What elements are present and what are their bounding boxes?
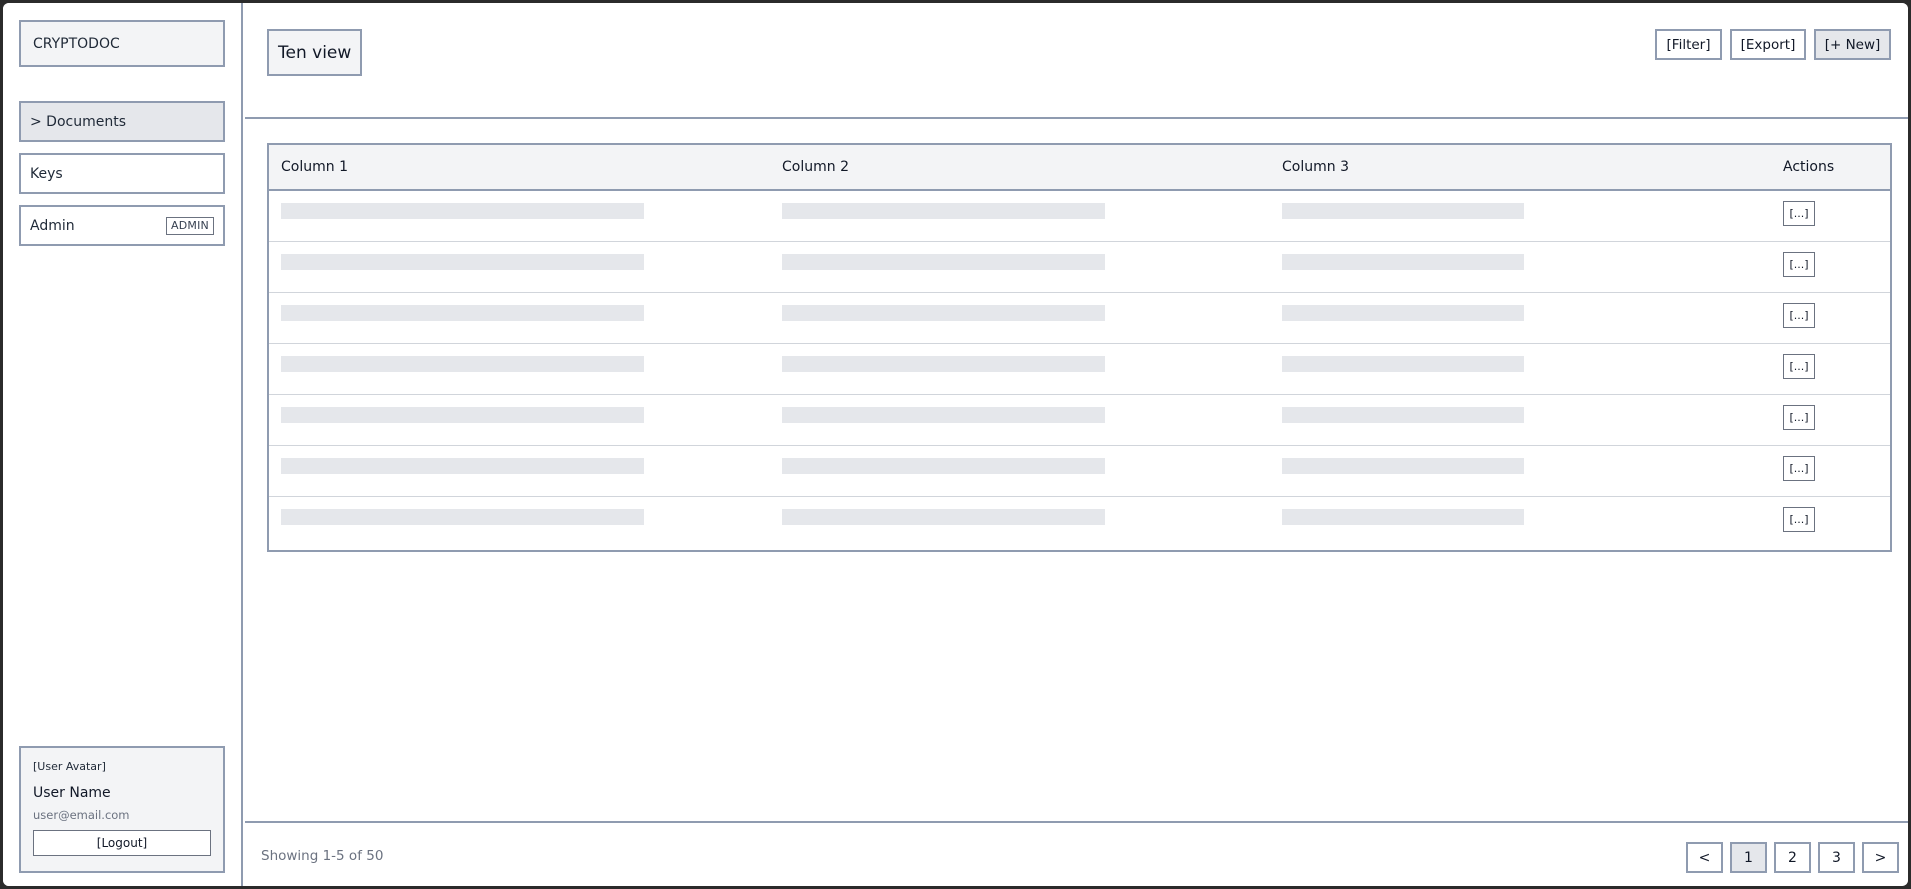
skeleton-cell xyxy=(1282,509,1524,525)
skeleton-cell xyxy=(1282,356,1524,372)
skeleton-cell xyxy=(281,509,644,525)
logout-button[interactable]: [Logout] xyxy=(33,830,211,856)
admin-badge: ADMIN xyxy=(166,216,214,235)
sidebar-item-keys[interactable]: Keys xyxy=(19,153,225,194)
pagination-summary: Showing 1-5 of 50 xyxy=(261,847,384,864)
skeleton-cell xyxy=(1282,254,1524,270)
table-row[interactable]: [...] xyxy=(269,395,1890,446)
prev-page-button[interactable]: < xyxy=(1686,842,1723,873)
page-button-1[interactable]: 1 xyxy=(1730,842,1767,873)
sidebar-item-label: > Documents xyxy=(30,113,127,130)
row-actions-button[interactable]: [...] xyxy=(1783,252,1815,277)
skeleton-cell xyxy=(782,407,1105,423)
user-card: [User Avatar] User Name user@email.com [… xyxy=(19,746,225,873)
row-actions-button[interactable]: [...] xyxy=(1783,303,1815,328)
export-button[interactable]: [Export] xyxy=(1730,29,1806,60)
table-row[interactable]: [...] xyxy=(269,446,1890,497)
new-button[interactable]: [+ New] xyxy=(1814,29,1891,60)
data-table: Column 1 Column 2 Column 3 Actions [...]… xyxy=(267,143,1892,552)
app-window: CRYPTODOC > Documents Keys Admin ADMIN [… xyxy=(3,3,1908,886)
next-page-button[interactable]: > xyxy=(1862,842,1899,873)
sidebar-item-documents[interactable]: > Documents xyxy=(19,101,225,142)
skeleton-cell xyxy=(281,203,644,219)
skeleton-cell xyxy=(1282,458,1524,474)
column-header-1[interactable]: Column 1 xyxy=(281,145,348,189)
row-actions-button[interactable]: [...] xyxy=(1783,354,1815,379)
skeleton-cell xyxy=(281,356,644,372)
row-actions-button[interactable]: [...] xyxy=(1783,507,1815,532)
table-row[interactable]: [...] xyxy=(269,344,1890,395)
page-header: Ten view [Filter] [Export] [+ New] xyxy=(245,3,1908,119)
skeleton-cell xyxy=(281,305,644,321)
table-row[interactable]: [...] xyxy=(269,293,1890,344)
skeleton-cell xyxy=(1282,305,1524,321)
table-row[interactable]: [...] xyxy=(269,497,1890,548)
skeleton-cell xyxy=(1282,203,1524,219)
page-button-3[interactable]: 3 xyxy=(1818,842,1855,873)
table-row[interactable]: [...] xyxy=(269,191,1890,242)
skeleton-cell xyxy=(782,254,1105,270)
sidebar: CRYPTODOC > Documents Keys Admin ADMIN [… xyxy=(3,3,243,886)
user-email: user@email.com xyxy=(33,808,130,822)
skeleton-cell xyxy=(1282,407,1524,423)
table-header: Column 1 Column 2 Column 3 Actions xyxy=(269,145,1890,191)
skeleton-cell xyxy=(782,509,1105,525)
skeleton-cell xyxy=(782,203,1105,219)
row-actions-button[interactable]: [...] xyxy=(1783,201,1815,226)
skeleton-cell xyxy=(782,458,1105,474)
skeleton-cell xyxy=(782,305,1105,321)
skeleton-cell xyxy=(281,458,644,474)
skeleton-cell xyxy=(281,254,644,270)
page-button-2[interactable]: 2 xyxy=(1774,842,1811,873)
user-name: User Name xyxy=(33,785,111,801)
sidebar-item-admin[interactable]: Admin ADMIN xyxy=(19,205,225,246)
app-logo: CRYPTODOC xyxy=(19,20,225,67)
column-header-2[interactable]: Column 2 xyxy=(782,145,849,189)
table-row[interactable]: [...] xyxy=(269,242,1890,293)
page-title: Ten view xyxy=(267,29,363,76)
sidebar-item-label: Admin xyxy=(30,217,75,234)
user-avatar: [User Avatar] xyxy=(33,760,106,773)
skeleton-cell xyxy=(281,407,644,423)
table-footer: Showing 1-5 of 50 < 1 2 3 > xyxy=(245,821,1908,886)
column-header-3[interactable]: Column 3 xyxy=(1282,145,1349,189)
sidebar-item-label: Keys xyxy=(30,165,63,182)
row-actions-button[interactable]: [...] xyxy=(1783,405,1815,430)
row-actions-button[interactable]: [...] xyxy=(1783,456,1815,481)
filter-button[interactable]: [Filter] xyxy=(1655,29,1722,60)
column-header-actions: Actions xyxy=(1783,159,1835,175)
skeleton-cell xyxy=(782,356,1105,372)
